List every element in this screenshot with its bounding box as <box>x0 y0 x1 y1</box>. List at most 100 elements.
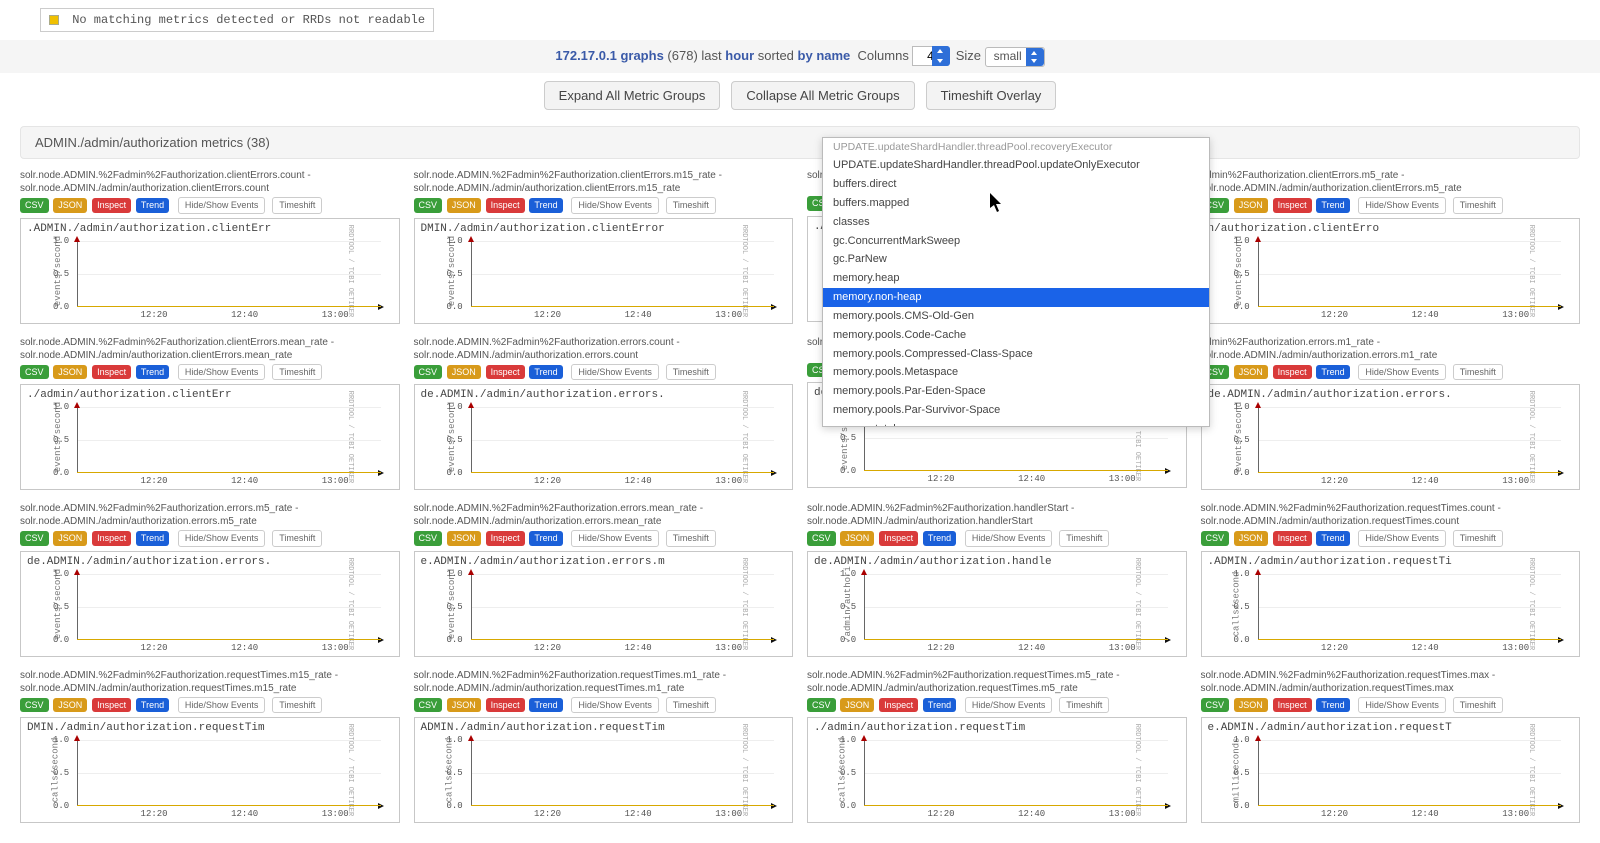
trend-button[interactable]: Trend <box>136 531 169 546</box>
timeshift-button[interactable]: Timeshift <box>1453 197 1503 214</box>
timeshift-button[interactable]: Timeshift <box>1453 530 1503 547</box>
trend-button[interactable]: Trend <box>1316 365 1349 380</box>
columns-stepper-icon[interactable] <box>932 46 950 66</box>
dropdown-option[interactable]: buffers.mapped <box>823 194 1209 213</box>
hideshow-events-button[interactable]: Hide/Show Events <box>571 530 659 547</box>
timeshift-button[interactable]: Timeshift <box>272 364 322 381</box>
json-button[interactable]: JSON <box>447 698 481 713</box>
trend-button[interactable]: Trend <box>529 698 562 713</box>
trend-button[interactable]: Trend <box>529 531 562 546</box>
trend-button[interactable]: Trend <box>923 531 956 546</box>
inspect-button[interactable]: Inspect <box>486 698 525 713</box>
json-button[interactable]: JSON <box>53 365 87 380</box>
dropdown-option[interactable]: gc.ParNew <box>823 250 1209 269</box>
dropdown-option[interactable]: memory.pools.Par-Eden-Space <box>823 382 1209 401</box>
size-select[interactable]: small <box>985 47 1045 67</box>
timeshift-button[interactable]: Timeshift <box>272 697 322 714</box>
csv-button[interactable]: CSV <box>20 531 49 546</box>
timeshift-button[interactable]: Timeshift <box>272 530 322 547</box>
hideshow-events-button[interactable]: Hide/Show Events <box>1358 364 1446 381</box>
expand-all-button[interactable]: Expand All Metric Groups <box>544 81 721 110</box>
dropdown-option[interactable]: UPDATE.updateShardHandler.threadPool.upd… <box>823 156 1209 175</box>
timeshift-button[interactable]: Timeshift <box>666 697 716 714</box>
hideshow-events-button[interactable]: Hide/Show Events <box>178 697 266 714</box>
hideshow-events-button[interactable]: Hide/Show Events <box>178 197 266 214</box>
json-button[interactable]: JSON <box>840 698 874 713</box>
hideshow-events-button[interactable]: Hide/Show Events <box>571 364 659 381</box>
trend-button[interactable]: Trend <box>1316 698 1349 713</box>
sort-byname[interactable]: by name <box>798 48 851 63</box>
csv-button[interactable]: CSV <box>414 365 443 380</box>
dropdown-option[interactable]: classes <box>823 213 1209 232</box>
range-hour[interactable]: hour <box>725 48 754 63</box>
hideshow-events-button[interactable]: Hide/Show Events <box>965 530 1053 547</box>
timeshift-button[interactable]: Timeshift <box>666 364 716 381</box>
trend-button[interactable]: Trend <box>923 698 956 713</box>
trend-button[interactable]: Trend <box>529 198 562 213</box>
hideshow-events-button[interactable]: Hide/Show Events <box>1358 197 1446 214</box>
inspect-button[interactable]: Inspect <box>92 198 131 213</box>
hideshow-events-button[interactable]: Hide/Show Events <box>1358 530 1446 547</box>
inspect-button[interactable]: Inspect <box>879 531 918 546</box>
timeshift-button[interactable]: Timeshift <box>666 530 716 547</box>
trend-button[interactable]: Trend <box>136 698 169 713</box>
csv-button[interactable]: CSV <box>807 698 836 713</box>
json-button[interactable]: JSON <box>447 531 481 546</box>
csv-button[interactable]: CSV <box>414 698 443 713</box>
metric-group-dropdown[interactable]: UPDATE.updateShardHandler.threadPool.rec… <box>822 137 1210 427</box>
csv-button[interactable]: CSV <box>1201 531 1230 546</box>
inspect-button[interactable]: Inspect <box>1273 698 1312 713</box>
inspect-button[interactable]: Inspect <box>1273 531 1312 546</box>
collapse-all-button[interactable]: Collapse All Metric Groups <box>731 81 914 110</box>
trend-button[interactable]: Trend <box>136 365 169 380</box>
trend-button[interactable]: Trend <box>529 365 562 380</box>
hideshow-events-button[interactable]: Hide/Show Events <box>571 697 659 714</box>
dropdown-option[interactable]: memory.heap <box>823 269 1209 288</box>
hideshow-events-button[interactable]: Hide/Show Events <box>965 697 1053 714</box>
dropdown-option[interactable]: gc.ConcurrentMarkSweep <box>823 232 1209 251</box>
json-button[interactable]: JSON <box>1234 698 1268 713</box>
inspect-button[interactable]: Inspect <box>92 698 131 713</box>
timeshift-button[interactable]: Timeshift <box>1453 697 1503 714</box>
json-button[interactable]: JSON <box>1234 365 1268 380</box>
json-button[interactable]: JSON <box>53 531 87 546</box>
csv-button[interactable]: CSV <box>807 531 836 546</box>
inspect-button[interactable]: Inspect <box>486 198 525 213</box>
csv-button[interactable]: CSV <box>20 365 49 380</box>
hideshow-events-button[interactable]: Hide/Show Events <box>571 197 659 214</box>
json-button[interactable]: JSON <box>1234 531 1268 546</box>
dropdown-option[interactable]: buffers.direct <box>823 175 1209 194</box>
json-button[interactable]: JSON <box>53 698 87 713</box>
inspect-button[interactable]: Inspect <box>92 531 131 546</box>
inspect-button[interactable]: Inspect <box>486 365 525 380</box>
hideshow-events-button[interactable]: Hide/Show Events <box>1358 697 1446 714</box>
json-button[interactable]: JSON <box>840 531 874 546</box>
metric-group-header[interactable]: ADMIN./admin/authorization metrics (38) <box>20 126 1580 159</box>
inspect-button[interactable]: Inspect <box>486 531 525 546</box>
timeshift-button[interactable]: Timeshift <box>1059 530 1109 547</box>
inspect-button[interactable]: Inspect <box>879 698 918 713</box>
timeshift-button[interactable]: Timeshift <box>666 197 716 214</box>
dropdown-option[interactable]: memory.pools.CMS-Old-Gen <box>823 307 1209 326</box>
inspect-button[interactable]: Inspect <box>92 365 131 380</box>
json-button[interactable]: JSON <box>447 365 481 380</box>
json-button[interactable]: JSON <box>1234 198 1268 213</box>
dropdown-option[interactable]: memory.total <box>823 420 1209 427</box>
timeshift-button[interactable]: Timeshift <box>272 197 322 214</box>
dropdown-option[interactable]: memory.pools.Metaspace <box>823 363 1209 382</box>
hideshow-events-button[interactable]: Hide/Show Events <box>178 364 266 381</box>
trend-button[interactable]: Trend <box>1316 531 1349 546</box>
dropdown-option[interactable]: UPDATE.updateShardHandler.threadPool.rec… <box>823 138 1209 156</box>
timeshift-overlay-button[interactable]: Timeshift Overlay <box>926 81 1057 110</box>
timeshift-button[interactable]: Timeshift <box>1059 697 1109 714</box>
csv-button[interactable]: CSV <box>20 198 49 213</box>
trend-button[interactable]: Trend <box>1316 198 1349 213</box>
dropdown-option[interactable]: memory.pools.Par-Survivor-Space <box>823 401 1209 420</box>
csv-button[interactable]: CSV <box>414 198 443 213</box>
csv-button[interactable]: CSV <box>1201 698 1230 713</box>
csv-button[interactable]: CSV <box>414 531 443 546</box>
json-button[interactable]: JSON <box>53 198 87 213</box>
inspect-button[interactable]: Inspect <box>1273 198 1312 213</box>
json-button[interactable]: JSON <box>447 198 481 213</box>
inspect-button[interactable]: Inspect <box>1273 365 1312 380</box>
